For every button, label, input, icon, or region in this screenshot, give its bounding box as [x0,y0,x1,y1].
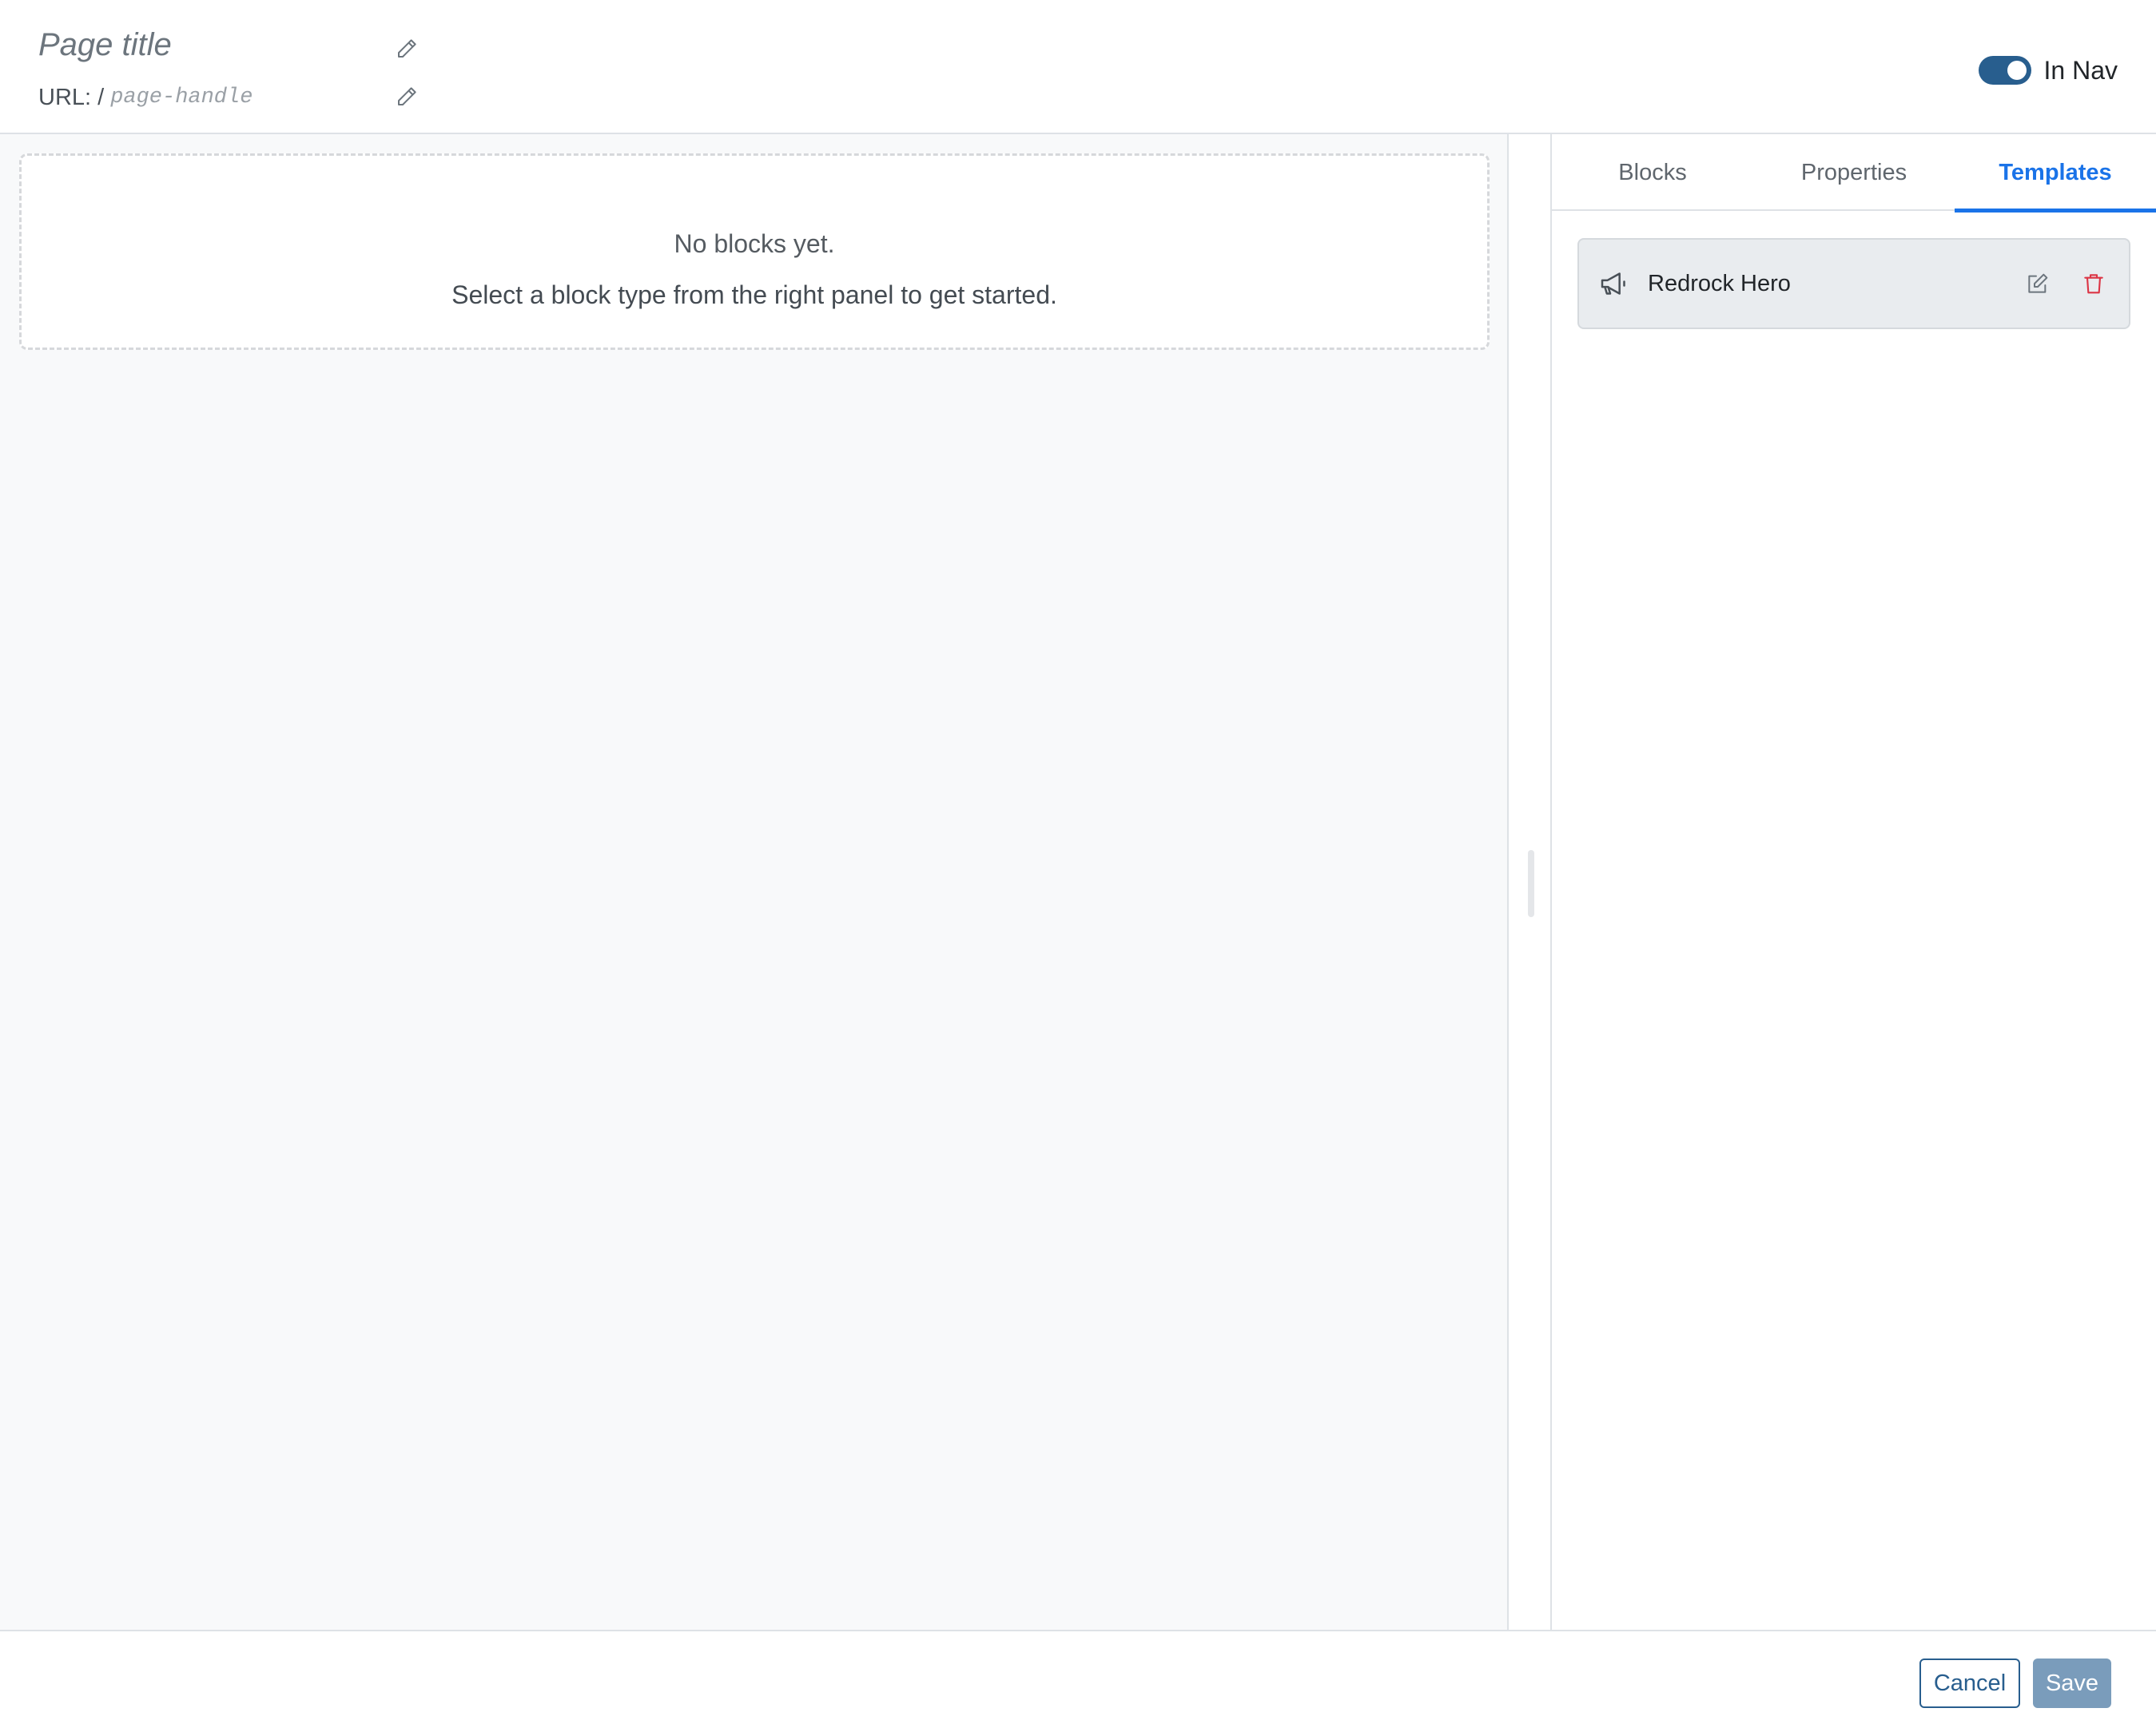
tab-properties[interactable]: Properties [1753,134,1955,211]
in-nav-toggle-group: In Nav [1978,54,2118,86]
panel-splitter [1509,134,1552,1630]
url-handle-field[interactable]: page-handle [110,85,253,109]
url-row: URL: / page-handle [38,83,253,112]
page-header: Page title URL: / page-handle In Nav [0,0,2156,134]
tab-blocks[interactable]: Blocks [1552,134,1753,211]
edit-template-icon[interactable] [2025,271,2051,296]
save-button[interactable]: Save [2033,1659,2111,1708]
empty-state-title: No blocks yet. [674,229,835,258]
megaphone-icon [1601,272,1625,295]
tab-templates[interactable]: Templates [1955,134,2156,213]
empty-state: No blocks yet. Select a block type from … [19,153,1490,350]
empty-state-hint: Select a block type from the right panel… [451,280,1057,309]
in-nav-toggle[interactable] [1978,56,2031,85]
in-nav-label: In Nav [2043,55,2118,85]
side-panel: Blocks Properties Templates Redrock Hero [1552,134,2156,1630]
block-canvas: No blocks yet. Select a block type from … [0,134,1509,1630]
template-actions [2025,271,2106,296]
resize-handle[interactable] [1528,850,1534,917]
url-prefix: URL: / [38,84,105,110]
template-name: Redrock Hero [1648,270,1791,296]
page-title-field[interactable]: Page title [38,27,172,63]
toggle-knob [2007,61,2027,80]
edit-url-pencil-icon[interactable] [395,85,419,109]
edit-title-pencil-icon[interactable] [395,37,419,61]
template-item[interactable]: Redrock Hero [1577,238,2130,329]
delete-template-trash-icon[interactable] [2081,271,2106,296]
page-footer: Cancel Save [0,1630,2156,1732]
cancel-button[interactable]: Cancel [1919,1659,2020,1708]
side-panel-tabs: Blocks Properties Templates [1552,134,2156,213]
